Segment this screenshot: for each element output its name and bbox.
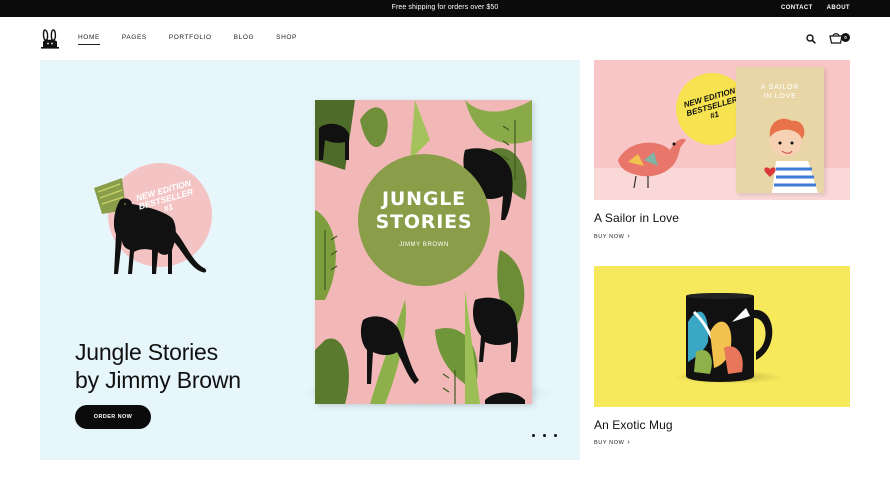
book-cover-title: JUNGLE STORIES [375,188,473,233]
sailor-book-image[interactable]: NEW EDITION BESTSELLER #1 A SAILOR IN LO… [594,60,850,200]
card-title-mug[interactable]: An Exotic Mug [594,418,673,432]
card-title-sailor[interactable]: A Sailor in Love [594,211,679,225]
order-now-button[interactable]: ORDER NOW [75,405,151,429]
buy-now-link-sailor[interactable]: BUY NOW › [594,233,630,240]
slider-dot[interactable] [554,434,557,437]
hero-book-cover[interactable]: JUNGLE STORIES JIMMY BROWN [315,100,532,404]
nav-pages[interactable]: PAGES [122,34,147,41]
top-links: CONTACT ABOUT [781,5,850,11]
about-link[interactable]: ABOUT [827,5,850,11]
slider-dot[interactable] [543,434,546,437]
nav-home[interactable]: HOME [78,34,100,45]
sailor-book-cover: A SAILOR IN LOVE [736,67,824,193]
chevron-right-icon: › [627,439,631,446]
main-header: HOME PAGES PORTFOLIO BLOG SHOP 0 [0,17,890,60]
panther-illustration [94,178,207,274]
hero-slide: NEW EDITION BESTSELLER #1 JUNGLE STORIES… [40,60,580,460]
hero-title: Jungle Stories by Jimmy Brown [75,339,241,393]
nav-portfolio[interactable]: PORTFOLIO [169,34,212,41]
exotic-mug-image[interactable] [594,266,850,407]
nav-blog[interactable]: BLOG [234,34,254,41]
bird-illustration [618,138,686,189]
mug-illustration [686,293,773,382]
sailor-book-title: A SAILOR IN LOVE [760,84,800,100]
sailor-boy-illustration [764,118,818,193]
main-nav: HOME PAGES PORTFOLIO BLOG SHOP [78,34,319,45]
slider-dots [532,434,557,437]
slider-dot[interactable] [532,434,535,437]
bunny-logo-icon[interactable] [40,28,60,50]
nav-shop[interactable]: SHOP [276,34,297,41]
top-bar: Free shipping for orders over $50 CONTAC… [0,0,890,17]
book-cover-author: JIMMY BROWN [399,242,449,248]
buy-now-link-mug[interactable]: BUY NOW › [594,439,630,446]
shipping-promo: Free shipping for orders over $50 [391,4,499,11]
cart-count-badge: 0 [841,33,850,42]
chevron-right-icon: › [627,233,631,240]
contact-link[interactable]: CONTACT [781,5,813,11]
search-icon[interactable] [806,34,816,44]
